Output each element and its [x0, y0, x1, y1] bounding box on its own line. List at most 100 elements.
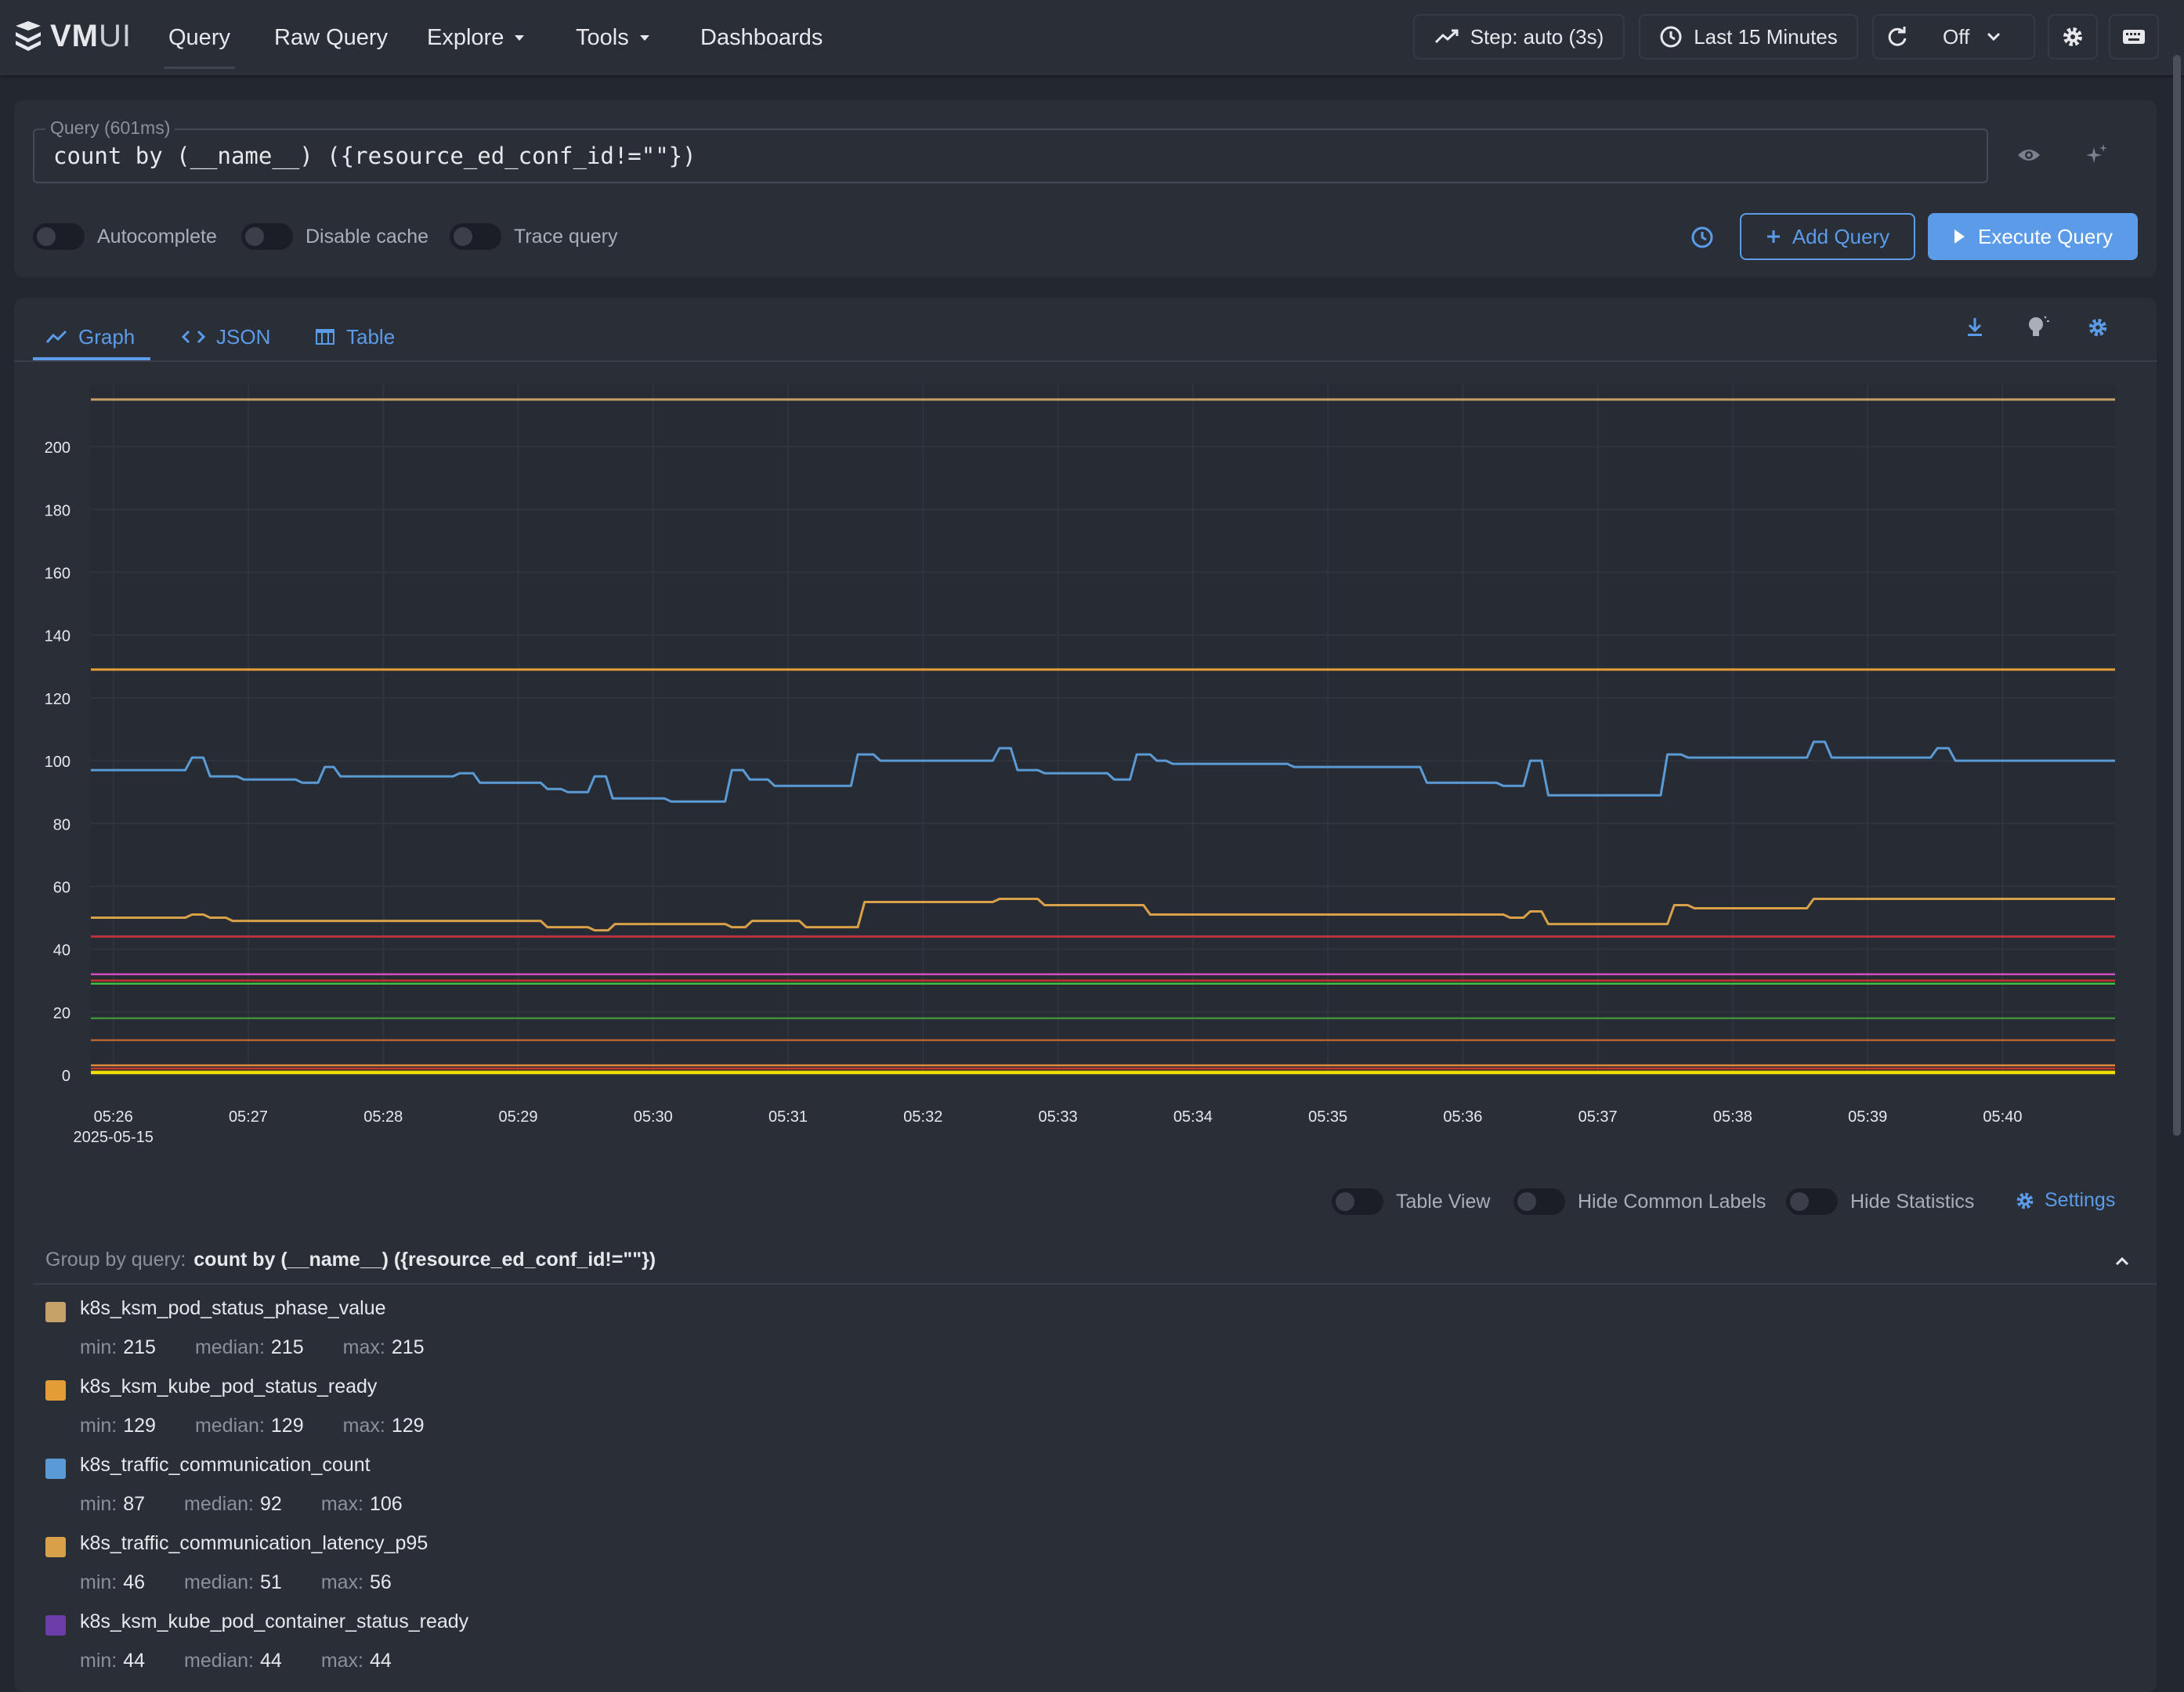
stat-max-value: 44: [370, 1650, 392, 1672]
refresh-interval-label: Off: [1943, 24, 1970, 49]
add-query-button[interactable]: Add Query: [1740, 213, 1915, 260]
trace-query-switch[interactable]: [450, 223, 501, 250]
stat-median-value: 44: [260, 1650, 282, 1672]
logo-text-light: UI: [99, 19, 132, 53]
stat-median-label: median:: [184, 1571, 254, 1593]
x-tick-label: 05:29: [498, 1108, 537, 1126]
hide-common-labels-switch[interactable]: [1513, 1188, 1565, 1215]
tab-json[interactable]: JSON: [182, 313, 270, 360]
legend-series-stats: min: 129 median: 129 max: 129: [80, 1415, 464, 1437]
nav-query-label: Query: [168, 24, 230, 50]
stat-min-label: min:: [80, 1650, 118, 1672]
keyboard-icon: [2122, 28, 2146, 45]
download-icon[interactable]: [1965, 316, 1985, 338]
tabs-divider: [14, 360, 2157, 362]
legend-series-name: k8s_ksm_kube_pod_container_status_ready: [80, 1611, 469, 1632]
stat-min-value: 129: [123, 1415, 156, 1437]
stat-median-label: median:: [194, 1415, 265, 1437]
y-tick-label: 180: [45, 502, 71, 519]
legend-settings-label: Settings: [2045, 1189, 2116, 1211]
tab-graph-label: Graph: [78, 324, 136, 349]
table-view-toggle[interactable]: Table View: [1332, 1188, 1490, 1215]
plot-area: [91, 384, 2115, 1075]
legend-series-stats: min: 46 median: 51 max: 56: [80, 1571, 431, 1594]
step-button[interactable]: Step: auto (3s): [1413, 14, 1625, 60]
autocomplete-switch[interactable]: [33, 223, 85, 250]
nav-tools[interactable]: Tools: [576, 20, 649, 55]
refresh-icon: [1886, 26, 1908, 48]
legend-series-name: k8s_traffic_communication_count: [80, 1454, 371, 1476]
stat-min-label: min:: [80, 1493, 118, 1515]
x-tick-label: 05:28: [363, 1108, 403, 1126]
graph-settings-icon[interactable]: [2087, 316, 2109, 338]
tab-table[interactable]: Table: [315, 313, 395, 360]
nav-raw-query[interactable]: Raw Query: [274, 20, 388, 55]
trend-line-icon: [1434, 28, 1459, 45]
nav-query[interactable]: Query: [164, 20, 235, 69]
y-tick-label: 40: [53, 942, 71, 960]
tab-graph[interactable]: Graph: [45, 313, 135, 360]
legend-color-swatch: [45, 1380, 66, 1401]
line-chart[interactable]: 0 20 40 60 80 100 120 140 160 180 200 05:26 05:27 05:…: [16, 368, 2139, 1159]
trace-query-toggle[interactable]: Trace query: [450, 223, 617, 250]
query-input[interactable]: Query (601ms) count by (__name__) ({reso…: [33, 118, 1988, 183]
nav-tools-label: Tools: [576, 24, 629, 50]
stat-min-label: min:: [80, 1415, 118, 1437]
stat-max-label: max:: [342, 1415, 385, 1437]
stat-median-value: 92: [260, 1493, 282, 1515]
time-range-button[interactable]: Last 15 Minutes: [1639, 14, 1858, 60]
gear-icon: [2061, 25, 2085, 49]
scrollbar-thumb[interactable]: [2173, 55, 2181, 1136]
stat-median-value: 215: [270, 1336, 304, 1358]
refresh-control[interactable]: Off: [1872, 14, 2035, 60]
execute-query-button[interactable]: Execute Query: [1928, 213, 2138, 260]
chart-line-icon: [45, 329, 67, 345]
disable-cache-toggle[interactable]: Disable cache: [241, 223, 428, 250]
chevron-up-icon[interactable]: [2115, 1256, 2129, 1266]
y-tick-label: 0: [62, 1068, 71, 1085]
history-icon[interactable]: [1690, 226, 1714, 249]
lightbulb-icon[interactable]: [2026, 315, 2049, 340]
vmui-logo[interactable]: VMUI: [13, 19, 132, 54]
y-tick-label: 200: [45, 439, 71, 457]
logo-text-bold: VM: [50, 19, 99, 53]
stat-median-label: median:: [184, 1493, 254, 1515]
stat-min-label: min:: [80, 1336, 118, 1358]
nav-explore-label: Explore: [427, 24, 504, 50]
settings-button[interactable]: [2048, 14, 2098, 60]
y-tick-label: 60: [53, 879, 71, 896]
x-tick-label: 05:40: [1983, 1108, 2022, 1126]
hide-common-labels-toggle[interactable]: Hide Common Labels: [1513, 1188, 1766, 1215]
tab-json-label: JSON: [216, 324, 271, 349]
y-tick-label: 120: [45, 691, 71, 708]
x-tick-label: 05:36: [1443, 1108, 1482, 1126]
legend-divider: [33, 1283, 2157, 1285]
hide-statistics-toggle[interactable]: Hide Statistics: [1786, 1188, 1974, 1215]
shortcuts-button[interactable]: [2109, 14, 2159, 60]
nav-dashboards[interactable]: Dashboards: [700, 20, 823, 55]
legend-settings-button[interactable]: Settings: [2015, 1189, 2115, 1212]
legend-series-stats: min: 215 median: 215 max: 215: [80, 1336, 464, 1359]
page-scrollbar[interactable]: [2170, 55, 2184, 1136]
sparkles-icon[interactable]: [2084, 143, 2109, 168]
stat-max-label: max:: [320, 1650, 363, 1672]
chevron-down-icon: [639, 34, 649, 41]
time-range-label: Last 15 Minutes: [1694, 24, 1838, 49]
code-icon: [182, 329, 205, 345]
hide-statistics-switch[interactable]: [1786, 1188, 1838, 1215]
disable-cache-switch[interactable]: [241, 223, 293, 250]
gear-icon: [2015, 1191, 2035, 1211]
table-view-switch[interactable]: [1332, 1188, 1383, 1215]
nav-explore[interactable]: Explore: [427, 20, 525, 55]
stat-min-value: 215: [123, 1336, 156, 1358]
legend-series-name: k8s_ksm_pod_status_phase_value: [80, 1297, 386, 1319]
query-expression[interactable]: count by (__name__) ({resource_ed_conf_i…: [53, 143, 696, 169]
x-tick-label: 05:39: [1848, 1108, 1887, 1126]
eye-icon[interactable]: [2016, 146, 2041, 164]
legend-color-swatch: [45, 1302, 66, 1322]
x-tick-label: 05:37: [1578, 1108, 1618, 1126]
y-tick-label: 140: [45, 628, 71, 645]
group-by-query: count by (__name__) ({resource_ed_conf_i…: [193, 1249, 656, 1271]
nav-raw-query-label: Raw Query: [274, 24, 389, 50]
autocomplete-toggle[interactable]: Autocomplete: [33, 223, 217, 250]
